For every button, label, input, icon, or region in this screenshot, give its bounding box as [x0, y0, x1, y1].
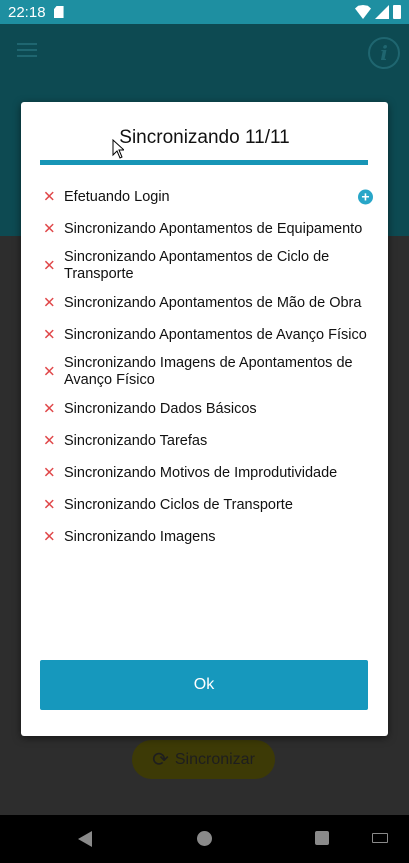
signal-icon	[375, 5, 389, 19]
list-item: ✕ Sincronizando Imagens de Apontamentos …	[43, 354, 373, 390]
clock: 22:18	[8, 3, 46, 21]
navigation-bar	[0, 815, 409, 863]
recent-apps-icon[interactable]	[315, 831, 329, 845]
status-icons	[355, 5, 401, 19]
error-x-icon: ✕	[43, 496, 56, 514]
sync-button-label: Sincronizar	[174, 750, 255, 768]
list-item[interactable]: ✕ Efetuando Login +	[43, 184, 373, 210]
progress-bar	[40, 160, 368, 165]
info-icon[interactable]: i	[368, 37, 400, 69]
sync-icon: ⟳	[152, 749, 169, 771]
step-label: Sincronizando Apontamentos de Equipament…	[64, 220, 363, 237]
sync-button[interactable]: ⟳ Sincronizar	[132, 740, 275, 779]
error-x-icon: ✕	[43, 220, 56, 238]
step-label: Sincronizando Imagens de Apontamentos de…	[64, 355, 353, 388]
mouse-cursor-icon	[112, 139, 124, 159]
keyboard-icon[interactable]	[372, 833, 388, 843]
list-item: ✕ Sincronizando Tarefas	[43, 428, 373, 454]
error-x-icon: ✕	[43, 326, 56, 344]
error-x-icon: ✕	[43, 432, 56, 450]
error-x-icon: ✕	[43, 294, 56, 312]
hamburger-menu-icon[interactable]	[17, 43, 37, 57]
error-x-icon: ✕	[43, 257, 56, 275]
list-item: ✕ Sincronizando Motivos de Improdutivida…	[43, 460, 373, 486]
battery-icon	[393, 5, 401, 19]
list-item: ✕ Sincronizando Ciclos de Transporte	[43, 492, 373, 518]
sd-card-icon	[53, 6, 64, 18]
home-icon[interactable]	[197, 831, 212, 846]
list-item: ✕ Sincronizando Dados Básicos	[43, 396, 373, 422]
dialog-title: Sincronizando 11/11	[119, 127, 290, 148]
step-label: Efetuando Login	[64, 188, 170, 205]
sync-dialog: Sincronizando 11/11 ✕ Efetuando Login + …	[21, 102, 388, 736]
list-item: ✕ Sincronizando Apontamentos de Avanço F…	[43, 322, 373, 348]
list-item: ✕ Sincronizando Imagens	[43, 524, 373, 550]
list-item: ✕ Sincronizando Apontamentos de Ciclo de…	[43, 248, 373, 284]
step-label: Sincronizando Dados Básicos	[64, 400, 257, 417]
error-x-icon: ✕	[43, 528, 56, 546]
back-icon[interactable]	[78, 831, 92, 847]
wifi-icon	[355, 5, 371, 19]
sync-steps-list: ✕ Efetuando Login + ✕ Sincronizando Apon…	[43, 184, 373, 550]
expand-plus-icon[interactable]: +	[358, 189, 373, 205]
step-label: Sincronizando Apontamentos de Avanço Fís…	[64, 326, 367, 343]
list-item: ✕ Sincronizando Apontamentos de Equipame…	[43, 216, 373, 242]
error-x-icon: ✕	[43, 363, 56, 381]
step-label: Sincronizando Apontamentos de Ciclo de T…	[64, 249, 330, 282]
status-bar: 22:18	[0, 0, 409, 24]
step-label: Sincronizando Motivos de Improdutividade	[64, 464, 338, 481]
list-item: ✕ Sincronizando Apontamentos de Mão de O…	[43, 290, 373, 316]
error-x-icon: ✕	[43, 464, 56, 482]
ok-button[interactable]: Ok	[40, 660, 368, 710]
step-label: Sincronizando Tarefas	[64, 432, 208, 449]
step-label: Sincronizando Apontamentos de Mão de Obr…	[64, 294, 362, 311]
step-label: Sincronizando Ciclos de Transporte	[64, 496, 293, 513]
step-label: Sincronizando Imagens	[64, 528, 216, 545]
error-x-icon: ✕	[43, 400, 56, 418]
error-x-icon: ✕	[43, 188, 56, 206]
